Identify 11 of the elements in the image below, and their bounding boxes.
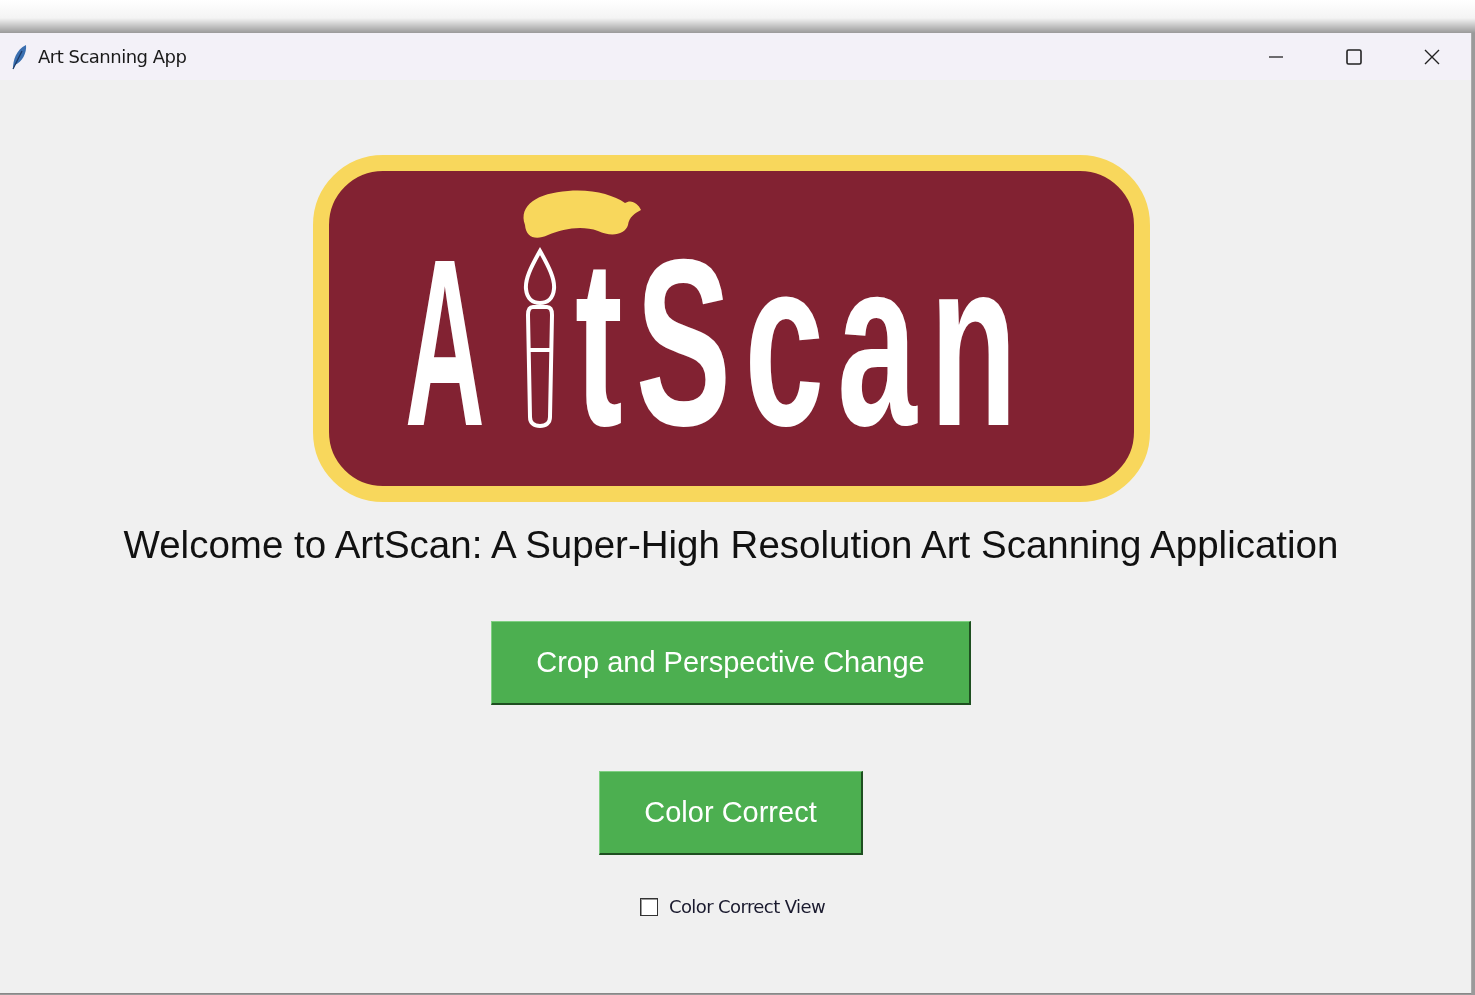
maximize-icon[interactable]: [1346, 48, 1362, 65]
action-button[interactable]: Color Correct: [599, 771, 863, 855]
action-button[interactable]: Crop and Perspective Change: [491, 621, 971, 705]
close-icon[interactable]: [1424, 48, 1440, 65]
feather-icon: [10, 43, 28, 70]
checkbox-label[interactable]: Color Correct View: [668, 896, 826, 917]
welcome-text: Welcome to ArtScan: A Super-High Resolution Art Scanning Application: [123, 524, 1339, 566]
logo-text: tScan: [574, 224, 1030, 462]
checkbox[interactable]: [639, 897, 658, 916]
window-title: Art Scanning App: [38, 46, 187, 67]
logo-text: A: [404, 224, 485, 462]
